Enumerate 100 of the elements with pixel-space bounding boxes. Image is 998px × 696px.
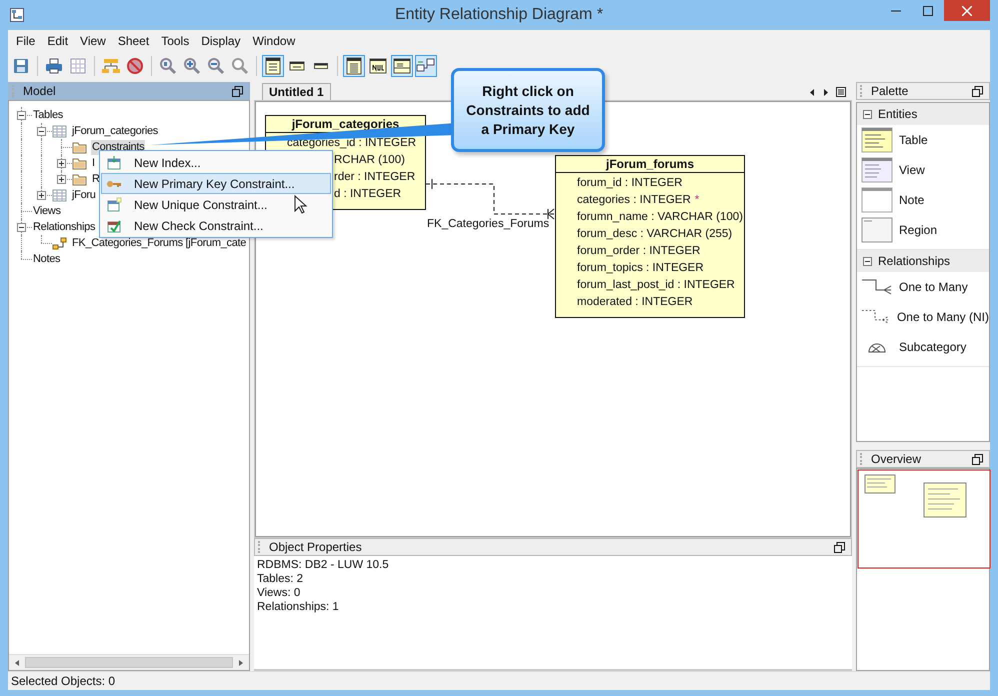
column-field: moderated : INTEGER: [577, 296, 693, 308]
palette-item[interactable]: Table: [899, 133, 928, 147]
menu-item[interactable]: Edit: [41, 32, 74, 50]
tree-item[interactable]: Tables: [32, 108, 64, 122]
tree-item[interactable]: I: [91, 156, 96, 170]
property-text: Views: 0: [257, 586, 302, 600]
menu-item[interactable]: New Primary Key Constraint...: [101, 173, 331, 194]
note-thumbnail[interactable]: [861, 187, 893, 213]
menu-item[interactable]: Display: [195, 32, 247, 50]
hierarchy-icon: [101, 56, 121, 76]
region-thumbnail[interactable]: [861, 217, 893, 243]
index-icon: [106, 154, 122, 170]
expander-icon[interactable]: [57, 175, 66, 184]
minimize-icon: [891, 10, 901, 12]
column-field: forum_order : INTEGER: [577, 245, 700, 257]
column-field: forum_topics : INTEGER: [577, 262, 704, 274]
list-icon[interactable]: [836, 87, 846, 97]
toolbar-button[interactable]: [415, 55, 437, 77]
menu-item[interactable]: File: [10, 32, 42, 50]
tree-item[interactable]: FK_Categories_Forums [jForum_cate: [71, 236, 248, 250]
relationship-label: FK_Categories_Forums: [427, 218, 550, 230]
column-field: categories_id : INTEGER: [287, 137, 416, 149]
section-header[interactable]: Entities: [857, 103, 989, 125]
panel-title: Palette: [871, 84, 908, 98]
menu-item[interactable]: Tools: [155, 32, 196, 50]
cursor-icon: [294, 195, 308, 215]
status-text: Selected Objects: 0: [11, 674, 116, 688]
tree-item[interactable]: jForu: [71, 188, 97, 202]
save-icon: [11, 56, 31, 76]
column-field: forum_last_post_id : INTEGER: [577, 279, 735, 291]
expander-icon[interactable]: [17, 111, 26, 120]
restore-icon[interactable]: [972, 454, 983, 464]
menu-item[interactable]: View: [74, 32, 112, 50]
grid-icon: [68, 56, 88, 76]
column-field: d : INTEGER: [334, 188, 402, 200]
relationship-line[interactable]: [426, 178, 554, 220]
palette-item[interactable]: View: [899, 163, 925, 177]
expander-icon[interactable]: [57, 159, 66, 168]
menu-item[interactable]: Sheet: [112, 32, 156, 50]
tree-item[interactable]: Views: [32, 204, 62, 218]
menu-item[interactable]: Window: [246, 32, 302, 50]
toolbar-button[interactable]: [262, 55, 284, 77]
relation-icon: [52, 236, 67, 250]
palette-item[interactable]: One to Many: [899, 280, 968, 294]
folder-icon: [72, 140, 87, 154]
section-title: Relationships: [878, 254, 950, 268]
table-icon: [392, 56, 412, 76]
toolbar-button[interactable]: [343, 55, 365, 77]
property-text: Relationships: 1: [257, 600, 340, 614]
panel-title: Overview: [871, 452, 922, 466]
prohibited-icon: [125, 56, 145, 76]
tab[interactable]: Untitled 1: [262, 83, 331, 100]
close-button[interactable]: [944, 0, 990, 21]
column-field: categories : INTEGER: [577, 194, 691, 206]
overview-drawing[interactable]: [857, 469, 991, 569]
check-icon: [106, 218, 122, 234]
restore-icon[interactable]: [232, 86, 243, 96]
panel-title: Object Properties: [269, 540, 362, 554]
magnifier-icon: [230, 56, 250, 76]
restore-icon[interactable]: [834, 542, 845, 552]
printer-icon: [44, 56, 64, 76]
window-title: Entity Relationship Diagram *: [394, 6, 604, 24]
table-icon: [344, 56, 364, 76]
folder-icon: [72, 156, 87, 170]
column-field: rder : INTEGER: [334, 171, 416, 183]
expander-icon[interactable]: [17, 223, 26, 232]
restore-icon[interactable]: [972, 86, 983, 96]
callout: Right click on Constraints to add a Primary Key: [451, 68, 605, 152]
collapse-icon[interactable]: [863, 256, 872, 266]
table-header-icon: [314, 63, 328, 69]
tree-item[interactable]: Relationships: [32, 220, 96, 234]
toolbar-button[interactable]: [391, 55, 413, 77]
palette-item[interactable]: Note: [899, 193, 924, 207]
arrow-left-icon[interactable]: [808, 88, 816, 96]
tree-item[interactable]: R: [91, 172, 101, 186]
entity-table[interactable]: [555, 155, 745, 318]
panel-title: Model: [23, 84, 56, 98]
collapse-icon[interactable]: [863, 110, 872, 118]
zoom-in-icon: [182, 56, 202, 76]
palette-item[interactable]: One to Many (NI): [896, 310, 989, 324]
expander-icon[interactable]: [37, 191, 46, 200]
close-icon: [962, 6, 972, 16]
menu-item[interactable]: New Check Constraint...: [101, 215, 331, 236]
property-text: RDBMS: DB2 - LUW 10.5: [257, 558, 390, 572]
palette-item[interactable]: Subcategory: [899, 340, 966, 354]
view-thumbnail[interactable]: [861, 157, 893, 183]
tree-item[interactable]: Notes: [32, 252, 62, 266]
column-field: forum_id : INTEGER: [577, 177, 682, 189]
palette-item[interactable]: Region: [899, 223, 938, 237]
zoom-out-icon: [206, 56, 226, 76]
table-thumbnail[interactable]: [861, 127, 893, 153]
column-field: forum_desc : VARCHAR (255): [577, 228, 732, 240]
expander-icon[interactable]: [37, 127, 46, 136]
required-mark: *: [694, 194, 700, 206]
arrow-right-icon[interactable]: [822, 88, 830, 96]
tree-item[interactable]: jForum_categories: [71, 124, 159, 138]
folder-icon: [72, 172, 87, 186]
section-header[interactable]: Relationships: [857, 250, 989, 272]
property-text: Tables: 2: [257, 572, 304, 586]
table-icon: [52, 124, 67, 138]
